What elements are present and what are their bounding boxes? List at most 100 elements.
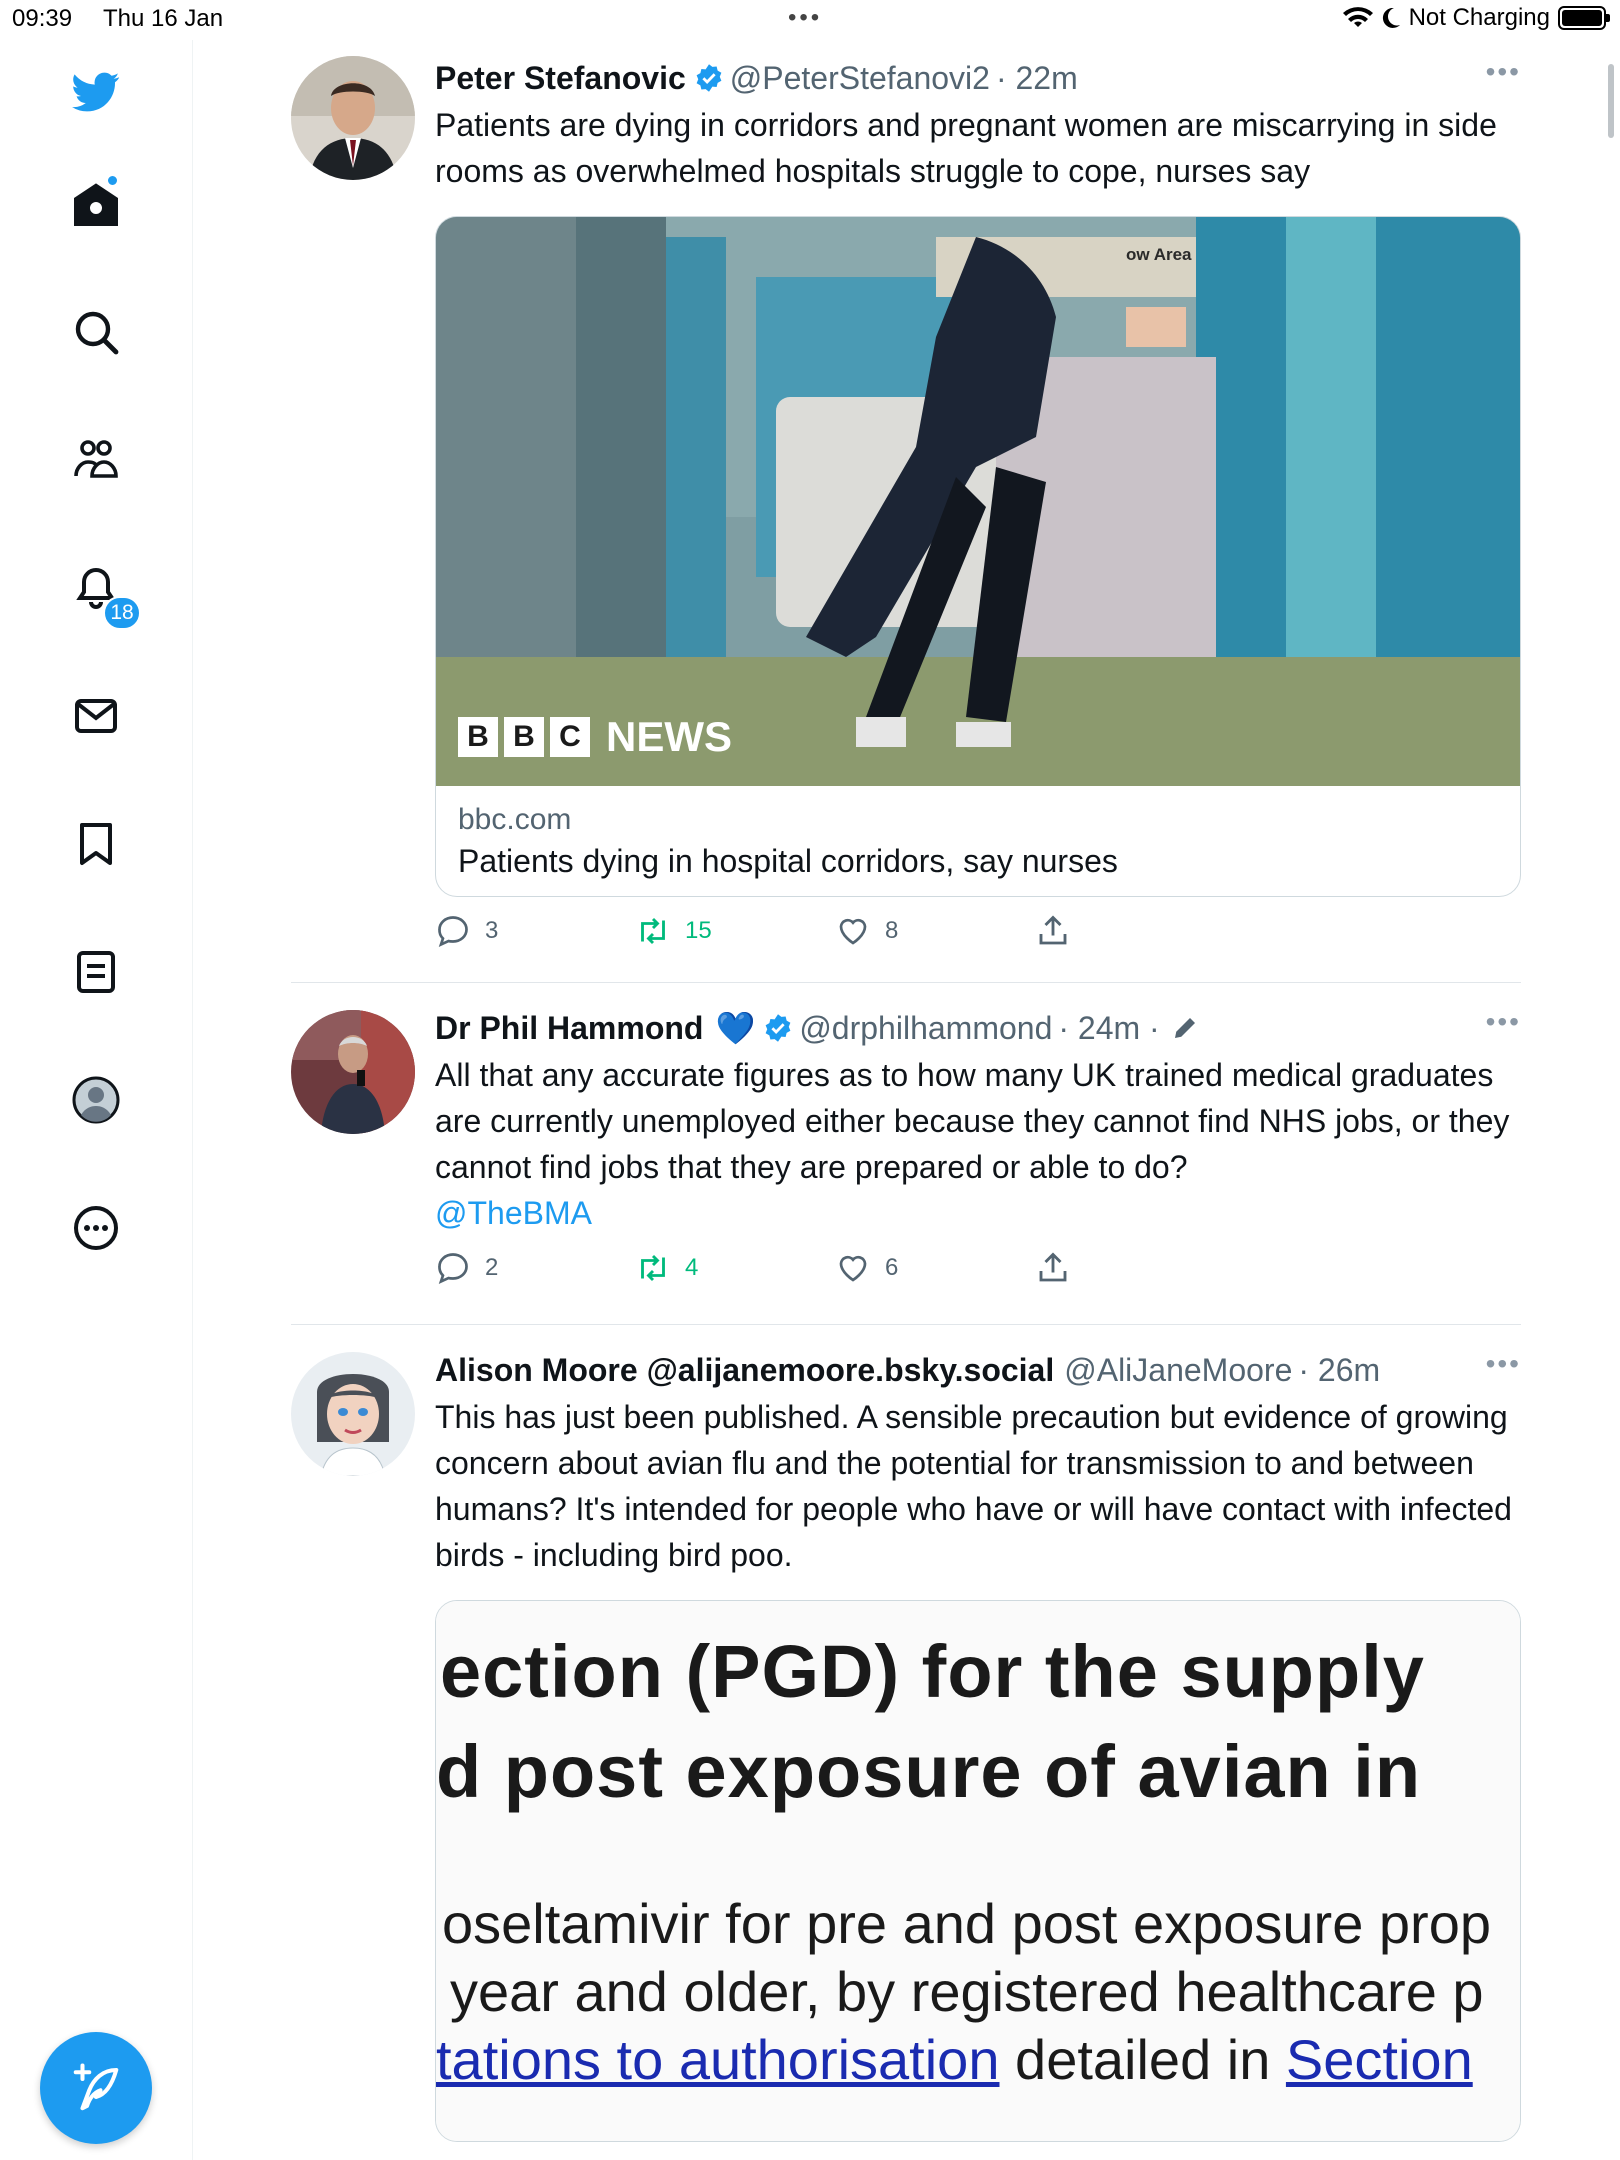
retweet-button[interactable]: 4 xyxy=(635,1250,698,1286)
doc-link: tations to authorisation xyxy=(436,2028,1000,2091)
author-handle[interactable]: @drphilhammond xyxy=(799,1010,1052,1047)
tweet-timestamp[interactable]: · 24m · xyxy=(1058,1010,1159,1047)
unread-dot xyxy=(106,174,119,187)
document-image: ection (PGD) for the supply d post expos… xyxy=(436,1601,1520,2141)
author-name[interactable]: Alison Moore @alijanemoore.bsky.social xyxy=(435,1352,1054,1389)
status-bar: 09:39 Thu 16 Jan ••• Not Charging xyxy=(0,0,1620,40)
link-card-domain: bbc.com xyxy=(458,803,572,836)
doc-line: d post exposure of avian in xyxy=(436,1730,1422,1813)
like-count: 6 xyxy=(885,1254,899,1281)
logo-letter: B xyxy=(458,717,498,757)
tweet-text: All that any accurate figures as to how … xyxy=(435,1052,1521,1236)
like-button[interactable]: 8 xyxy=(835,913,898,949)
reply-icon xyxy=(438,1253,468,1285)
tweet-more-icon[interactable]: ••• xyxy=(1486,56,1521,88)
tweet-divider xyxy=(291,982,1521,983)
tweet-actions: 2 4 6 xyxy=(435,1250,1521,1300)
link-card-image: ow Area B B C NEWS xyxy=(436,217,1520,786)
doc-line: ection (PGD) for the supply xyxy=(440,1630,1425,1713)
tweet-header: Dr Phil Hammond 💙 @drphilhammond · 24m · xyxy=(435,1006,1521,1050)
reply-button[interactable]: 3 xyxy=(435,913,498,949)
profile-icon[interactable] xyxy=(66,1070,126,1130)
reply-count: 3 xyxy=(485,917,499,944)
logo-letter: C xyxy=(550,717,590,757)
avatar[interactable] xyxy=(291,1010,415,1134)
doc-line: year and older, by registered healthcare… xyxy=(450,1960,1484,2023)
moon-icon xyxy=(1382,7,1400,28)
tweet-timestamp[interactable]: · 22m xyxy=(996,60,1078,97)
tweet-text: Patients are dying in corridors and preg… xyxy=(435,107,1497,189)
share-icon xyxy=(1039,1252,1067,1282)
verified-badge-icon xyxy=(696,64,722,92)
like-button[interactable]: 6 xyxy=(835,1250,898,1286)
retweet-icon xyxy=(641,1254,665,1282)
logo-word: NEWS xyxy=(606,713,732,760)
bbc-news-logo: B B C NEWS xyxy=(458,713,732,761)
verified-badge-icon xyxy=(765,1014,791,1042)
tweet-header: Peter Stefanovic @PeterStefanovi2 · 22m xyxy=(435,56,1521,100)
wifi-icon xyxy=(1342,7,1373,27)
tweet-header: Alison Moore @alijanemoore.bsky.social @… xyxy=(435,1348,1521,1392)
doc-line: oseltamivir for pre and post exposure pr… xyxy=(442,1892,1491,1955)
tweet-divider xyxy=(291,1324,1521,1325)
media-attachment[interactable]: ection (PGD) for the supply d post expos… xyxy=(435,1600,1521,2142)
image-sign-text: ow Area xyxy=(1126,245,1192,264)
multitasking-dots-icon[interactable]: ••• xyxy=(788,4,822,32)
timeline[interactable]: Peter Stefanovic @PeterStefanovi2 · 22m … xyxy=(193,40,1614,2160)
author-name[interactable]: Peter Stefanovic xyxy=(435,60,686,97)
search-icon[interactable] xyxy=(66,302,126,362)
status-date: Thu 16 Jan xyxy=(103,5,224,32)
retweet-count: 4 xyxy=(685,1254,699,1281)
more-icon[interactable] xyxy=(66,1198,126,1258)
doc-text: detailed in xyxy=(999,2028,1286,2091)
author-name[interactable]: Dr Phil Hammond xyxy=(435,1010,703,1047)
author-handle[interactable]: @AliJaneMoore xyxy=(1064,1352,1292,1389)
compose-tweet-button[interactable] xyxy=(40,2032,152,2144)
blue-heart-emoji: 💙 xyxy=(715,1010,756,1046)
link-card-meta: bbc.com Patients dying in hospital corri… xyxy=(436,786,1520,896)
notification-badge: 18 xyxy=(103,596,141,630)
tweet-body: Dr Phil Hammond 💙 @drphilhammond · 24m ·… xyxy=(435,1006,1521,1300)
lists-icon[interactable] xyxy=(66,942,126,1002)
tweet-actions: 3 15 8 xyxy=(435,913,1521,963)
mention-link[interactable]: @TheBMA xyxy=(435,1195,592,1231)
reply-button[interactable]: 2 xyxy=(435,1250,498,1286)
logo-letter: B xyxy=(504,717,544,757)
author-handle[interactable]: @PeterStefanovi2 xyxy=(730,60,990,97)
tweet-more-icon[interactable]: ••• xyxy=(1486,1006,1521,1038)
compose-feather-icon xyxy=(73,2063,119,2111)
reply-icon xyxy=(438,916,468,948)
scrollbar[interactable] xyxy=(1608,64,1614,138)
heart-icon xyxy=(839,918,867,945)
like-count: 8 xyxy=(885,917,899,944)
heart-icon xyxy=(839,1255,867,1282)
avatar[interactable] xyxy=(291,1352,415,1476)
avatar[interactable] xyxy=(291,56,415,180)
battery-icon xyxy=(1558,6,1610,30)
edited-pencil-icon[interactable] xyxy=(1170,1013,1200,1043)
retweet-icon xyxy=(641,917,665,945)
tweet-text-body: All that any accurate figures as to how … xyxy=(435,1057,1510,1185)
tweet-text: This has just been published. A sensible… xyxy=(435,1399,1512,1573)
twitter-logo-icon[interactable] xyxy=(66,62,126,122)
share-button[interactable] xyxy=(1035,1250,1071,1286)
tweet-more-icon[interactable]: ••• xyxy=(1486,1348,1521,1380)
bookmarks-icon[interactable] xyxy=(66,814,126,874)
doc-link: Section xyxy=(1285,2028,1473,2091)
status-time: 09:39 xyxy=(12,5,73,32)
tweet-timestamp[interactable]: · 26m xyxy=(1298,1352,1380,1389)
status-indicators: Not Charging xyxy=(1342,4,1610,32)
link-card[interactable]: ow Area B B C NEWS bbc.com Patients dyin… xyxy=(435,216,1521,897)
sidebar-nav: 18 xyxy=(0,40,193,2160)
tweet-body: Peter Stefanovic @PeterStefanovi2 · 22m … xyxy=(435,56,1521,963)
retweet-count: 15 xyxy=(685,917,712,944)
reply-count: 2 xyxy=(485,1254,499,1281)
tweet-body: Alison Moore @alijanemoore.bsky.social @… xyxy=(435,1348,1521,2142)
messages-icon[interactable] xyxy=(66,686,126,746)
share-button[interactable] xyxy=(1035,913,1071,949)
share-icon xyxy=(1039,915,1067,945)
charging-status: Not Charging xyxy=(1408,4,1550,31)
communities-icon[interactable] xyxy=(66,430,126,490)
doc-line: tations to authorisation detailed in Sec… xyxy=(436,2027,1473,2092)
retweet-button[interactable]: 15 xyxy=(635,913,712,949)
